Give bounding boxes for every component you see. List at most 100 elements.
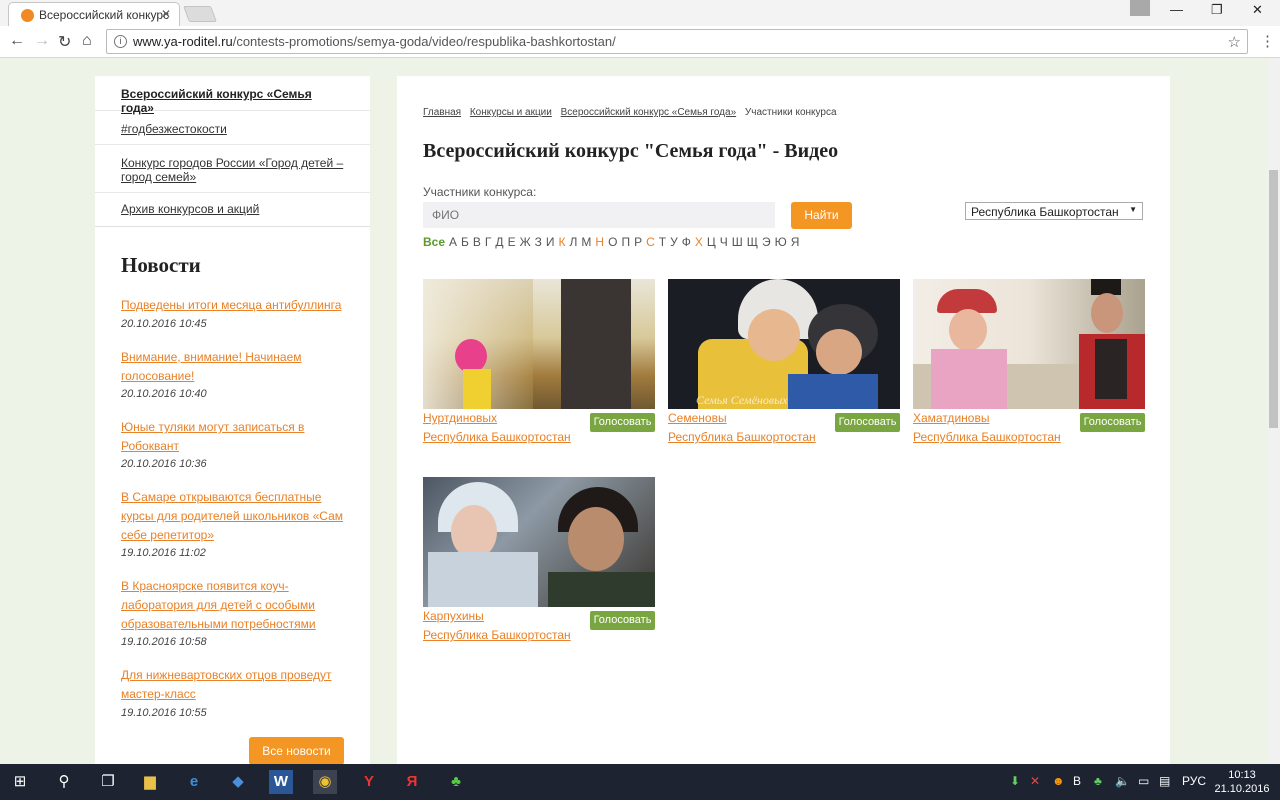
vote-button[interactable]: Голосовать	[590, 413, 655, 432]
participant-name-link[interactable]: Хаматдиновы	[913, 411, 989, 425]
news-link[interactable]: Юные туляки могут записаться в Робоквант	[121, 418, 349, 456]
region-select[interactable]: Республика Башкортостан ▼	[965, 202, 1143, 220]
letter-filter[interactable]: Г	[485, 235, 492, 249]
video-thumbnail[interactable]: Семья Семёновых	[668, 279, 900, 409]
letter-filter[interactable]: Ц	[707, 235, 716, 249]
tray-app-icon[interactable]: ♣	[1094, 774, 1102, 788]
news-link[interactable]: Внимание, внимание! Начинаем голосование…	[121, 348, 349, 386]
back-icon[interactable]: ←	[9, 32, 25, 50]
vote-button[interactable]: Голосовать	[590, 611, 655, 630]
forward-icon[interactable]: →	[34, 32, 50, 50]
letter-filter[interactable]: С	[646, 235, 655, 249]
url-field[interactable]: i www.ya-roditel.ru/contests-promotions/…	[106, 29, 1248, 54]
restore-icon[interactable]: ❐	[1211, 2, 1223, 18]
letter-filter[interactable]: В	[473, 235, 481, 249]
clock[interactable]: 10:13 21.10.2016	[1212, 768, 1272, 796]
bookmark-star-icon[interactable]: ☆	[1228, 33, 1241, 51]
network-icon[interactable]: ▭	[1138, 774, 1149, 788]
vk-icon[interactable]: В	[1073, 774, 1081, 788]
app-icon[interactable]: ♣	[444, 770, 468, 794]
letter-filter[interactable]: Е	[508, 235, 516, 249]
video-thumbnail[interactable]	[913, 279, 1145, 409]
vote-button[interactable]: Голосовать	[1080, 413, 1145, 432]
letter-filter[interactable]: Ю	[775, 235, 787, 249]
yandex-browser-icon[interactable]: Y	[357, 770, 381, 794]
profile-icon[interactable]	[1130, 0, 1150, 16]
start-windows-icon[interactable]: ⊞	[8, 770, 32, 794]
task-view-icon[interactable]: ❐	[96, 770, 120, 794]
site-info-icon[interactable]: i	[114, 35, 127, 48]
scrollbar-thumb[interactable]	[1269, 170, 1278, 428]
letter-filter[interactable]: З	[535, 235, 542, 249]
letter-filter[interactable]: Я	[791, 235, 800, 249]
download-arrow-icon[interactable]: ⬇	[1010, 774, 1020, 788]
browser-tab[interactable]: Всероссийский конкурс ✕	[8, 2, 180, 26]
letter-filter[interactable]: Ш	[732, 235, 743, 249]
participant-name-link[interactable]: Нуртдиновых	[423, 411, 497, 425]
home-icon[interactable]: ⌂	[82, 32, 92, 50]
letter-filter[interactable]: Ж	[520, 235, 531, 249]
news-link[interactable]: Для нижневартовских отцов проведут масте…	[121, 666, 349, 704]
close-window-icon[interactable]: ✕	[1252, 2, 1263, 18]
sidebar-item-gorod-detey[interactable]: Конкурс городов России «Город детей – го…	[95, 145, 370, 193]
letter-filter[interactable]: Ф	[682, 235, 691, 249]
participant-name-link[interactable]: Семеновы	[668, 411, 727, 425]
page-scrollbar[interactable]	[1267, 58, 1280, 764]
participant-region-link[interactable]: Республика Башкортостан	[423, 430, 571, 444]
sidebar-item-godbezzhestokosti[interactable]: #годбезжестокости	[95, 111, 370, 145]
letter-filter[interactable]: Щ	[747, 235, 758, 249]
close-tab-icon[interactable]: ✕	[161, 7, 171, 21]
tray-app-icon[interactable]: ☻	[1052, 774, 1065, 788]
letter-filter[interactable]: И	[546, 235, 555, 249]
letter-filter[interactable]: Э	[762, 235, 771, 249]
language-indicator[interactable]: РУС	[1182, 774, 1206, 788]
news-link[interactable]: В Красноярске появится коуч-лаборатория …	[121, 577, 349, 634]
letter-filter[interactable]: Ч	[720, 235, 728, 249]
news-link[interactable]: В Самаре открываются бесплатные курсы дл…	[121, 488, 349, 545]
breadcrumb-semya-goda[interactable]: Всероссийский конкурс «Семья года»	[561, 107, 737, 118]
yandex-icon[interactable]: Я	[400, 770, 424, 794]
chrome-icon[interactable]: ◉	[313, 770, 337, 794]
letter-filter[interactable]: Л	[570, 235, 578, 249]
tray-app-icon[interactable]: ✕	[1030, 774, 1040, 788]
letter-filter[interactable]: А	[449, 235, 457, 249]
participant-region-link[interactable]: Республика Башкортостан	[913, 430, 1061, 444]
letter-filter[interactable]: Б	[461, 235, 469, 249]
find-button[interactable]: Найти	[791, 202, 852, 229]
breadcrumb-home[interactable]: Главная	[423, 107, 461, 118]
sidebar-item-archive[interactable]: Архив конкурсов и акций	[95, 193, 370, 227]
breadcrumb-contests[interactable]: Конкурсы и акции	[470, 107, 552, 118]
minimize-icon[interactable]: —	[1170, 2, 1183, 17]
letter-filter[interactable]: К	[559, 235, 566, 249]
letter-filter[interactable]: О	[608, 235, 617, 249]
menu-icon[interactable]: ⋮	[1260, 32, 1275, 50]
video-thumbnail[interactable]	[423, 477, 655, 607]
all-news-button[interactable]: Все новости	[249, 737, 344, 765]
participant-region-link[interactable]: Республика Башкортостан	[668, 430, 816, 444]
video-thumbnail[interactable]	[423, 279, 655, 409]
participant-name-link[interactable]: Карпухины	[423, 609, 484, 623]
letter-filter[interactable]: Х	[695, 235, 703, 249]
letter-filter[interactable]: Р	[634, 235, 642, 249]
sidebar-item-semya-goda[interactable]: Всероссийский конкурс «Семья года»	[95, 76, 370, 115]
letter-filter[interactable]: У	[670, 235, 678, 249]
letter-filter[interactable]: Д	[495, 235, 503, 249]
letter-filter[interactable]: Н	[595, 235, 604, 249]
word-icon[interactable]: W	[269, 770, 293, 794]
name-search-input[interactable]	[423, 202, 775, 228]
letter-filter[interactable]: П	[621, 235, 630, 249]
news-link[interactable]: Подведены итоги месяца антибуллинга	[121, 296, 349, 315]
file-explorer-icon[interactable]: ▆	[138, 770, 162, 794]
vote-button[interactable]: Голосовать	[835, 413, 900, 432]
search-icon[interactable]: ⚲	[52, 770, 76, 794]
edge-browser-icon[interactable]: e	[182, 770, 206, 794]
notifications-icon[interactable]: ▤	[1159, 774, 1170, 788]
letter-filter[interactable]: М	[581, 235, 591, 249]
letter-filter[interactable]: Т	[659, 235, 666, 249]
reload-icon[interactable]: ↻	[58, 32, 71, 52]
volume-icon[interactable]: 🔈	[1115, 774, 1130, 788]
letter-filter-all[interactable]: Все	[423, 235, 445, 249]
new-tab-button[interactable]	[183, 6, 217, 22]
participant-region-link[interactable]: Республика Башкортостан	[423, 628, 571, 642]
app-icon[interactable]: ◆	[226, 770, 250, 794]
